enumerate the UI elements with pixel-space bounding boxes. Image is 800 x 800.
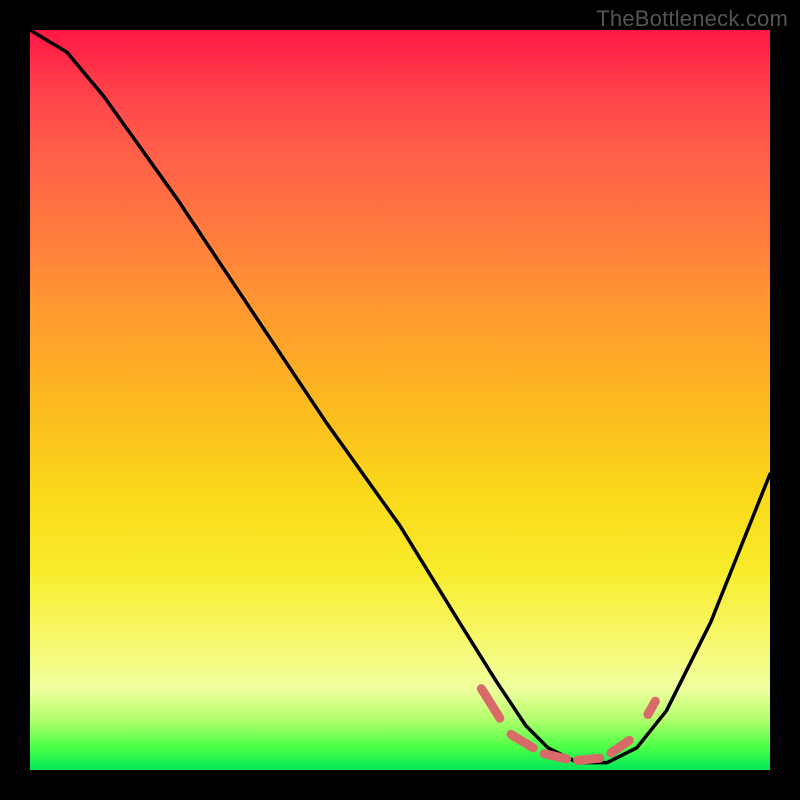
chart-container: TheBottleneck.com bbox=[0, 0, 800, 800]
plot-gradient-background bbox=[30, 30, 770, 770]
watermark-text: TheBottleneck.com bbox=[596, 6, 788, 32]
